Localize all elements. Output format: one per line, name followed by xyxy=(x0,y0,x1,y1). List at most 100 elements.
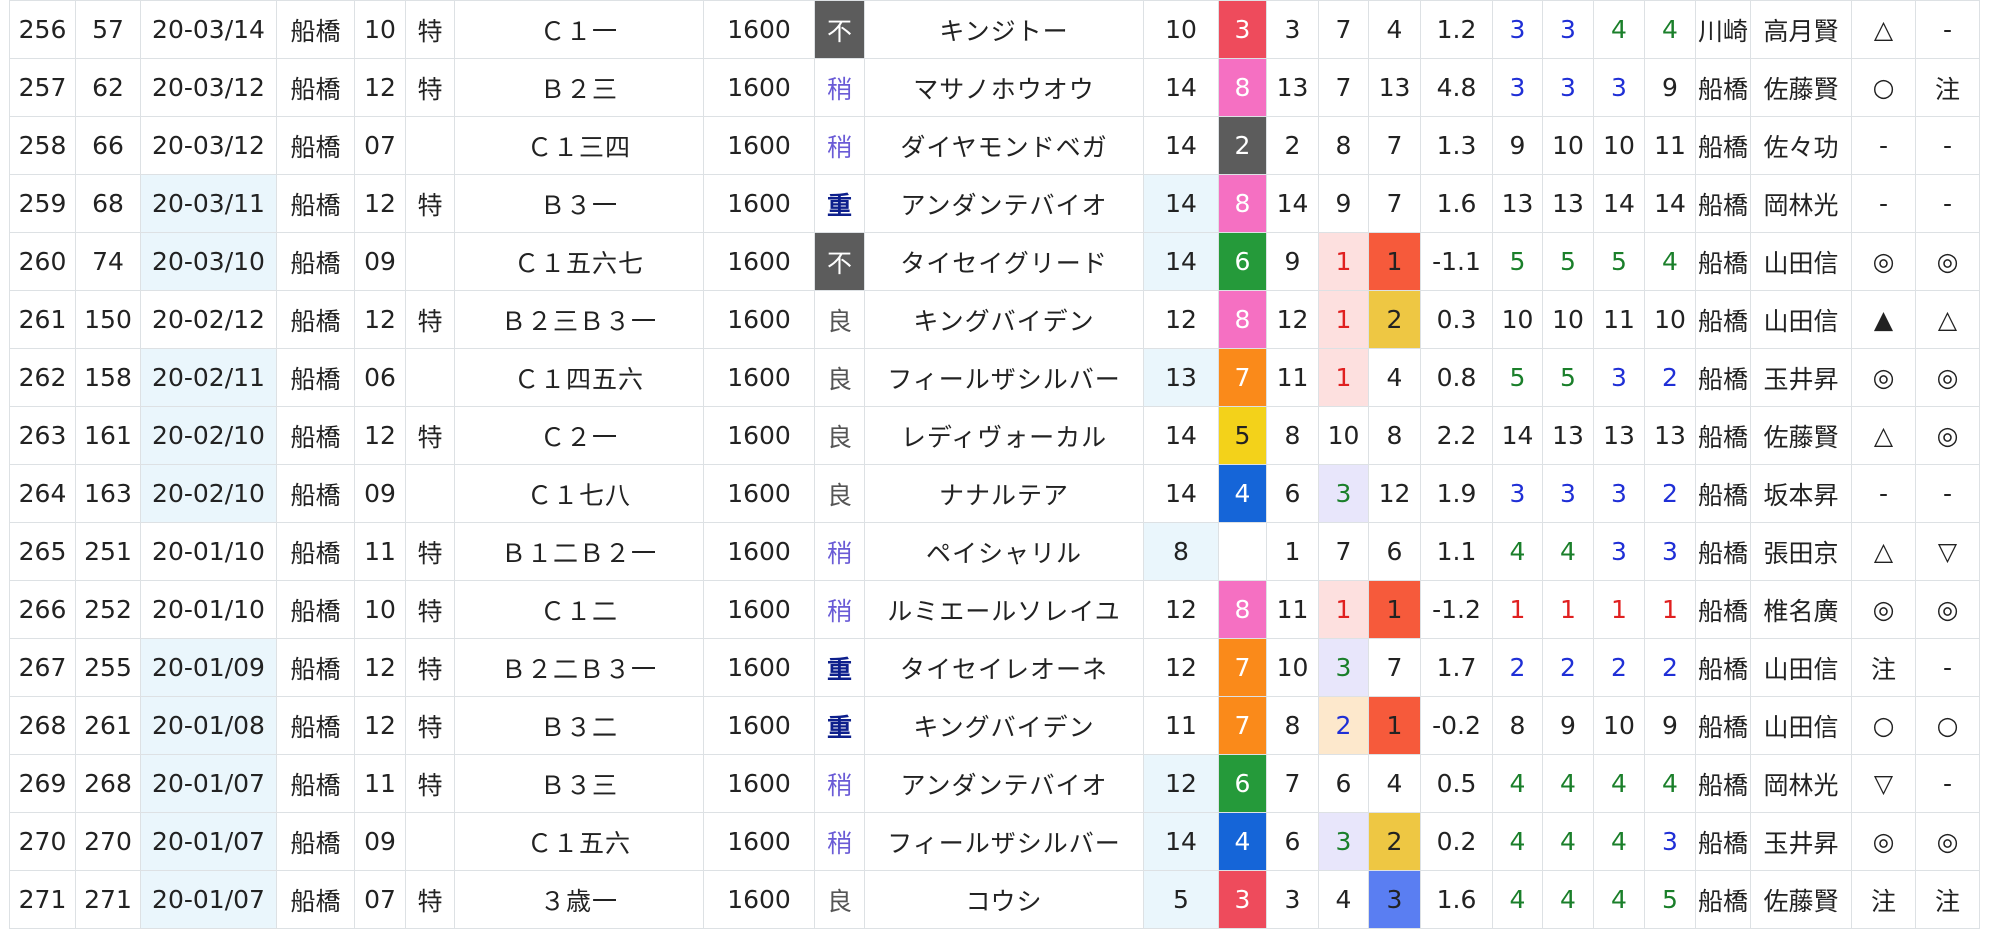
cell-c3: 2 xyxy=(1593,638,1645,697)
cell-track: 船橋 xyxy=(276,58,355,117)
table-row[interactable]: 264 163 20-02/10 船橋 09 Ｃ１七八 1600 良ナナルテア 14 4 6 3 12 1… xyxy=(9,464,1980,523)
cell-diff: 0.5 xyxy=(1420,754,1493,813)
cell-jockey: 山田信 xyxy=(1750,290,1852,349)
cell-frame: 8 xyxy=(1218,290,1267,349)
cell-m1: △ xyxy=(1851,522,1916,581)
cell-heads: 14 xyxy=(1143,464,1219,523)
cell-dist: 1600 xyxy=(703,290,815,349)
cell-c1: 4 xyxy=(1492,754,1543,813)
cell-pop: 3 xyxy=(1318,638,1369,697)
cell-frame: 8 xyxy=(1218,174,1267,233)
table-row[interactable]: 256 57 20-03/14 船橋 10 特 Ｃ１一 1600 不キンジトー 10 3 3 7 4 1.2… xyxy=(9,0,1980,59)
cell-m2: - xyxy=(1915,174,1980,233)
cell-rno: 12 xyxy=(354,406,406,465)
cell-date: 20-01/07 xyxy=(140,870,277,929)
table-row[interactable]: 260 74 20-03/10 船橋 09 Ｃ１五六七 1600 不タイセイグリード 14 6 9 1… xyxy=(9,232,1980,291)
table-row[interactable]: 262 158 20-02/11 船橋 06 Ｃ１四五六 1600 良フィールザシルバー 13 7… xyxy=(9,348,1980,407)
cell-dist: 1600 xyxy=(703,58,815,117)
cell-place: 2 xyxy=(1368,812,1421,871)
cell-jockey: 高月賢 xyxy=(1750,0,1852,59)
cell-c4: 1 xyxy=(1644,580,1696,639)
cell-c4: 13 xyxy=(1644,406,1696,465)
table-row[interactable]: 269 268 20-01/07 船橋 11 特 Ｂ３三 1600 稍アンダンテバイオ 12 6 7 6… xyxy=(9,754,1980,813)
table-row[interactable]: 268 261 20-01/08 船橋 12 特 Ｂ３二 1600 重キングバイデン 11 7 8 2 1… xyxy=(9,696,1980,755)
cell-track: 船橋 xyxy=(276,696,355,755)
cell-id: 261 xyxy=(75,696,141,755)
cell-no: 258 xyxy=(9,116,76,175)
cell-special xyxy=(405,232,455,291)
cell-track: 船橋 xyxy=(276,174,355,233)
table-row[interactable]: 257 62 20-03/12 船橋 12 特 Ｂ２三 1600 稍マサノホウオウ 14 8 13 7 1… xyxy=(9,58,1980,117)
cell-affil: 船橋 xyxy=(1695,870,1751,929)
cell-horse: タイセイグリード xyxy=(864,232,1144,291)
table-row[interactable]: 270 270 20-01/07 船橋 09 Ｃ１五六 1600 稍フィールザシルバー 14 4 6… xyxy=(9,812,1980,871)
cell-diff: 1.7 xyxy=(1420,638,1493,697)
cell-frame: 7 xyxy=(1218,696,1267,755)
cell-cond: 稍 xyxy=(814,522,865,581)
cell-cond: 稍 xyxy=(814,754,865,813)
cell-frame: 2 xyxy=(1218,116,1267,175)
cell-c1: 3 xyxy=(1492,58,1543,117)
cell-special: 特 xyxy=(405,174,455,233)
cell-jockey: 張田京 xyxy=(1750,522,1852,581)
cell-heads: 12 xyxy=(1143,754,1219,813)
cell-place: 4 xyxy=(1368,348,1421,407)
cell-date: 20-01/08 xyxy=(140,696,277,755)
cell-pop: 7 xyxy=(1318,522,1369,581)
cell-diff: 1.2 xyxy=(1420,0,1493,59)
cell-special: 特 xyxy=(405,522,455,581)
cell-frame: 4 xyxy=(1218,464,1267,523)
cell-c2: 4 xyxy=(1542,870,1594,929)
cell-m2: △ xyxy=(1915,290,1980,349)
table-row[interactable]: 263 161 20-02/10 船橋 12 特 Ｃ２一 1600 良レディヴォーカル 14 5 8 1… xyxy=(9,406,1980,465)
cell-pop: 3 xyxy=(1318,464,1369,523)
cell-c3: 10 xyxy=(1593,696,1645,755)
cell-heads: 14 xyxy=(1143,406,1219,465)
cell-horse: キングバイデン xyxy=(864,290,1144,349)
cell-special: 特 xyxy=(405,580,455,639)
cell-c4: 4 xyxy=(1644,754,1696,813)
cell-date: 20-03/12 xyxy=(140,116,277,175)
cell-c1: 3 xyxy=(1492,0,1543,59)
cell-jockey: 山田信 xyxy=(1750,232,1852,291)
table-row[interactable]: 258 66 20-03/12 船橋 07 Ｃ１三四 1600 稍ダイヤモンドベガ 14 2 2 8 7… xyxy=(9,116,1980,175)
cell-m2: ▽ xyxy=(1915,522,1980,581)
cell-id: 270 xyxy=(75,812,141,871)
cell-horse: キングバイデン xyxy=(864,696,1144,755)
cell-dist: 1600 xyxy=(703,638,815,697)
cell-num: 11 xyxy=(1266,580,1319,639)
table-row[interactable]: 266 252 20-01/10 船橋 10 特 Ｃ１二 1600 稍ルミエールソレイユ 12 8 1… xyxy=(9,580,1980,639)
cell-m1: ◎ xyxy=(1851,232,1916,291)
cell-c3: 13 xyxy=(1593,406,1645,465)
cell-no: 259 xyxy=(9,174,76,233)
cell-c2: 9 xyxy=(1542,696,1594,755)
cell-pop: 2 xyxy=(1318,696,1369,755)
cell-pop: 1 xyxy=(1318,290,1369,349)
cell-m1: △ xyxy=(1851,406,1916,465)
cell-rno: 12 xyxy=(354,290,406,349)
cell-date: 20-01/10 xyxy=(140,580,277,639)
cell-id: 74 xyxy=(75,232,141,291)
cell-horse: アンダンテバイオ xyxy=(864,174,1144,233)
cell-special: 特 xyxy=(405,290,455,349)
table-row[interactable]: 261 150 20-02/12 船橋 12 特 Ｂ２三Ｂ３一 1600 良キングバイデン 12 8… xyxy=(9,290,1980,349)
cell-affil: 船橋 xyxy=(1695,174,1751,233)
cell-date: 20-03/14 xyxy=(140,0,277,59)
cell-no: 269 xyxy=(9,754,76,813)
race-results-table: 256 57 20-03/14 船橋 10 特 Ｃ１一 1600 不キンジトー 10 3 3 7 4 1.2… xyxy=(9,0,1980,929)
table-row[interactable]: 259 68 20-03/11 船橋 12 特 Ｂ３一 1600 重アンダンテバイオ 14 8 14 9… xyxy=(9,174,1980,233)
table-row[interactable]: 267 255 20-01/09 船橋 12 特 Ｂ２二Ｂ３一 1600 重タイセイレオーネ 12… xyxy=(9,638,1980,697)
cell-track: 船橋 xyxy=(276,0,355,59)
cell-horse: キンジトー xyxy=(864,0,1144,59)
cell-race: Ｂ３二 xyxy=(454,696,704,755)
table-row[interactable]: 271 271 20-01/07 船橋 07 特 ３歳一 1600 良コウシ 5 3 3 4 3 1.6 4 4… xyxy=(9,870,1980,929)
cell-date: 20-01/09 xyxy=(140,638,277,697)
table-row[interactable]: 265 251 20-01/10 船橋 11 特 Ｂ１二Ｂ２一 1600 稍ペイシャリル 8 1 1 7… xyxy=(9,522,1980,581)
cell-diff: 2.2 xyxy=(1420,406,1493,465)
cell-horse: ダイヤモンドベガ xyxy=(864,116,1144,175)
cell-c1: 10 xyxy=(1492,290,1543,349)
cell-horse: フィールザシルバー xyxy=(864,812,1144,871)
cell-heads: 13 xyxy=(1143,348,1219,407)
cell-heads: 8 xyxy=(1143,522,1219,581)
cell-num: 2 xyxy=(1266,116,1319,175)
